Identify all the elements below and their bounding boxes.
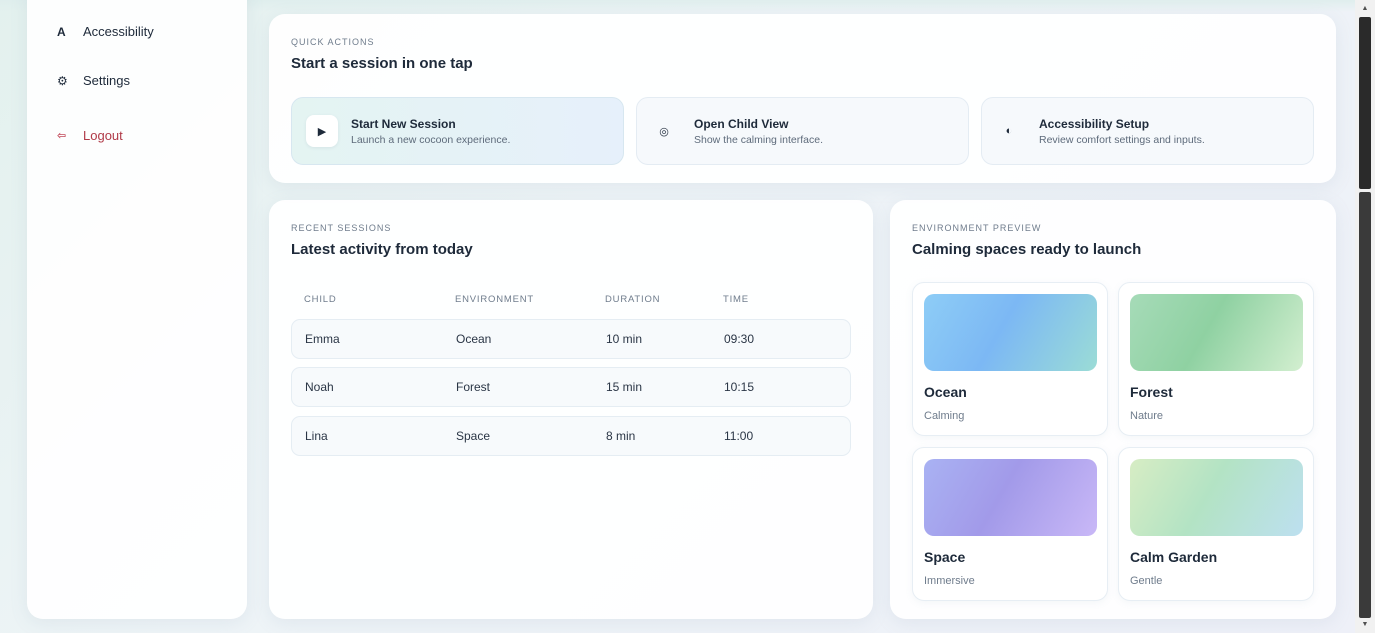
section-title: Calming spaces ready to launch — [912, 241, 1142, 258]
section-eyebrow: ENVIRONMENT PREVIEW — [912, 223, 1042, 233]
page-scrollbar[interactable]: ▲ ▼ — [1355, 0, 1375, 633]
sidebar: A Accessibility ⚙ Settings ⇦ Logout — [27, 0, 247, 619]
action-subtitle: Show the calming interface. — [694, 133, 823, 146]
scrollbar-thumb[interactable] — [1359, 192, 1371, 618]
cell-child: Emma — [305, 332, 340, 346]
action-subtitle: Review comfort settings and inputs. — [1039, 133, 1205, 146]
sidebar-item-label: Accessibility — [83, 24, 154, 39]
sidebar-item-logout[interactable]: ⇦ Logout — [57, 128, 123, 143]
scrollbar-track — [1359, 17, 1371, 189]
table-row[interactable]: Lina Space 8 min 11:00 — [291, 416, 851, 456]
column-header: CHILD — [304, 294, 337, 305]
environment-name: Calm Garden — [1130, 549, 1218, 565]
open-child-view-button[interactable]: ◎ Open Child View Show the calming inter… — [636, 97, 969, 165]
environment-tile-ocean[interactable]: Ocean Calming — [912, 282, 1108, 436]
eye-icon: ◎ — [659, 125, 669, 138]
cell-time: 11:00 — [724, 429, 754, 443]
action-subtitle: Launch a new cocoon experience. — [351, 133, 511, 146]
accessibility-setup-button[interactable]: ◐ Accessibility Setup Review comfort set… — [981, 97, 1314, 165]
table-row[interactable]: Noah Forest 15 min 10:15 — [291, 367, 851, 407]
action-title: Accessibility Setup — [1039, 116, 1150, 131]
recent-sessions-card: RECENT SESSIONS Latest activity from tod… — [269, 200, 873, 619]
accessibility-icon: A — [57, 24, 66, 39]
logout-icon: ⇦ — [57, 130, 67, 142]
contrast-icon: ◐ — [1005, 125, 1013, 137]
environment-name: Ocean — [924, 384, 967, 400]
cell-environment: Space — [456, 429, 491, 443]
environment-tile-forest[interactable]: Forest Nature — [1118, 282, 1314, 436]
play-icon: ▶ — [306, 115, 338, 147]
section-eyebrow: QUICK ACTIONS — [291, 37, 375, 47]
column-header: TIME — [723, 294, 749, 305]
sidebar-item-label: Settings — [83, 73, 130, 88]
table-header: CHILD ENVIRONMENT DURATION TIME — [291, 294, 851, 305]
environment-swatch — [924, 294, 1097, 371]
section-title: Start a session in one tap — [291, 55, 473, 72]
cell-environment: Ocean — [456, 332, 492, 346]
section-eyebrow: RECENT SESSIONS — [291, 223, 392, 233]
environment-swatch — [1130, 459, 1303, 536]
quick-actions-card: QUICK ACTIONS Start a session in one tap… — [269, 14, 1336, 183]
environment-name: Space — [924, 549, 966, 565]
scroll-up-arrow-icon[interactable]: ▲ — [1355, 0, 1375, 17]
start-session-button[interactable]: ▶ Start New Session Launch a new cocoon … — [291, 97, 624, 165]
cell-child: Noah — [305, 380, 334, 394]
action-title: Start New Session — [351, 116, 456, 131]
cell-time: 09:30 — [724, 332, 755, 346]
environment-name: Forest — [1130, 384, 1173, 400]
environment-tile-calm-garden[interactable]: Calm Garden Gentle — [1118, 447, 1314, 601]
environment-tag: Calming — [924, 410, 965, 422]
environment-tag: Nature — [1130, 410, 1164, 422]
cell-duration: 10 min — [606, 332, 643, 346]
environment-tag: Gentle — [1130, 575, 1163, 587]
cell-child: Lina — [305, 429, 328, 443]
column-header: DURATION — [605, 294, 661, 305]
environment-swatch — [924, 459, 1097, 536]
scroll-down-arrow-icon[interactable]: ▼ — [1355, 616, 1375, 633]
action-title: Open Child View — [694, 116, 789, 131]
cell-duration: 15 min — [606, 380, 643, 394]
sidebar-item-label: Logout — [83, 128, 123, 143]
environment-preview-card: ENVIRONMENT PREVIEW Calming spaces ready… — [890, 200, 1336, 619]
section-title: Latest activity from today — [291, 241, 473, 258]
sidebar-item-settings[interactable]: ⚙ Settings — [57, 73, 130, 88]
environment-tag: Immersive — [924, 575, 975, 587]
gear-icon: ⚙ — [57, 73, 68, 88]
environment-tile-space[interactable]: Space Immersive — [912, 447, 1108, 601]
column-header: ENVIRONMENT — [455, 294, 534, 305]
table-row[interactable]: Emma Ocean 10 min 09:30 — [291, 319, 851, 359]
cell-environment: Forest — [456, 380, 491, 394]
cell-time: 10:15 — [724, 380, 755, 394]
cell-duration: 8 min — [606, 429, 636, 443]
environment-swatch — [1130, 294, 1303, 371]
sidebar-item-accessibility[interactable]: A Accessibility — [57, 24, 154, 39]
